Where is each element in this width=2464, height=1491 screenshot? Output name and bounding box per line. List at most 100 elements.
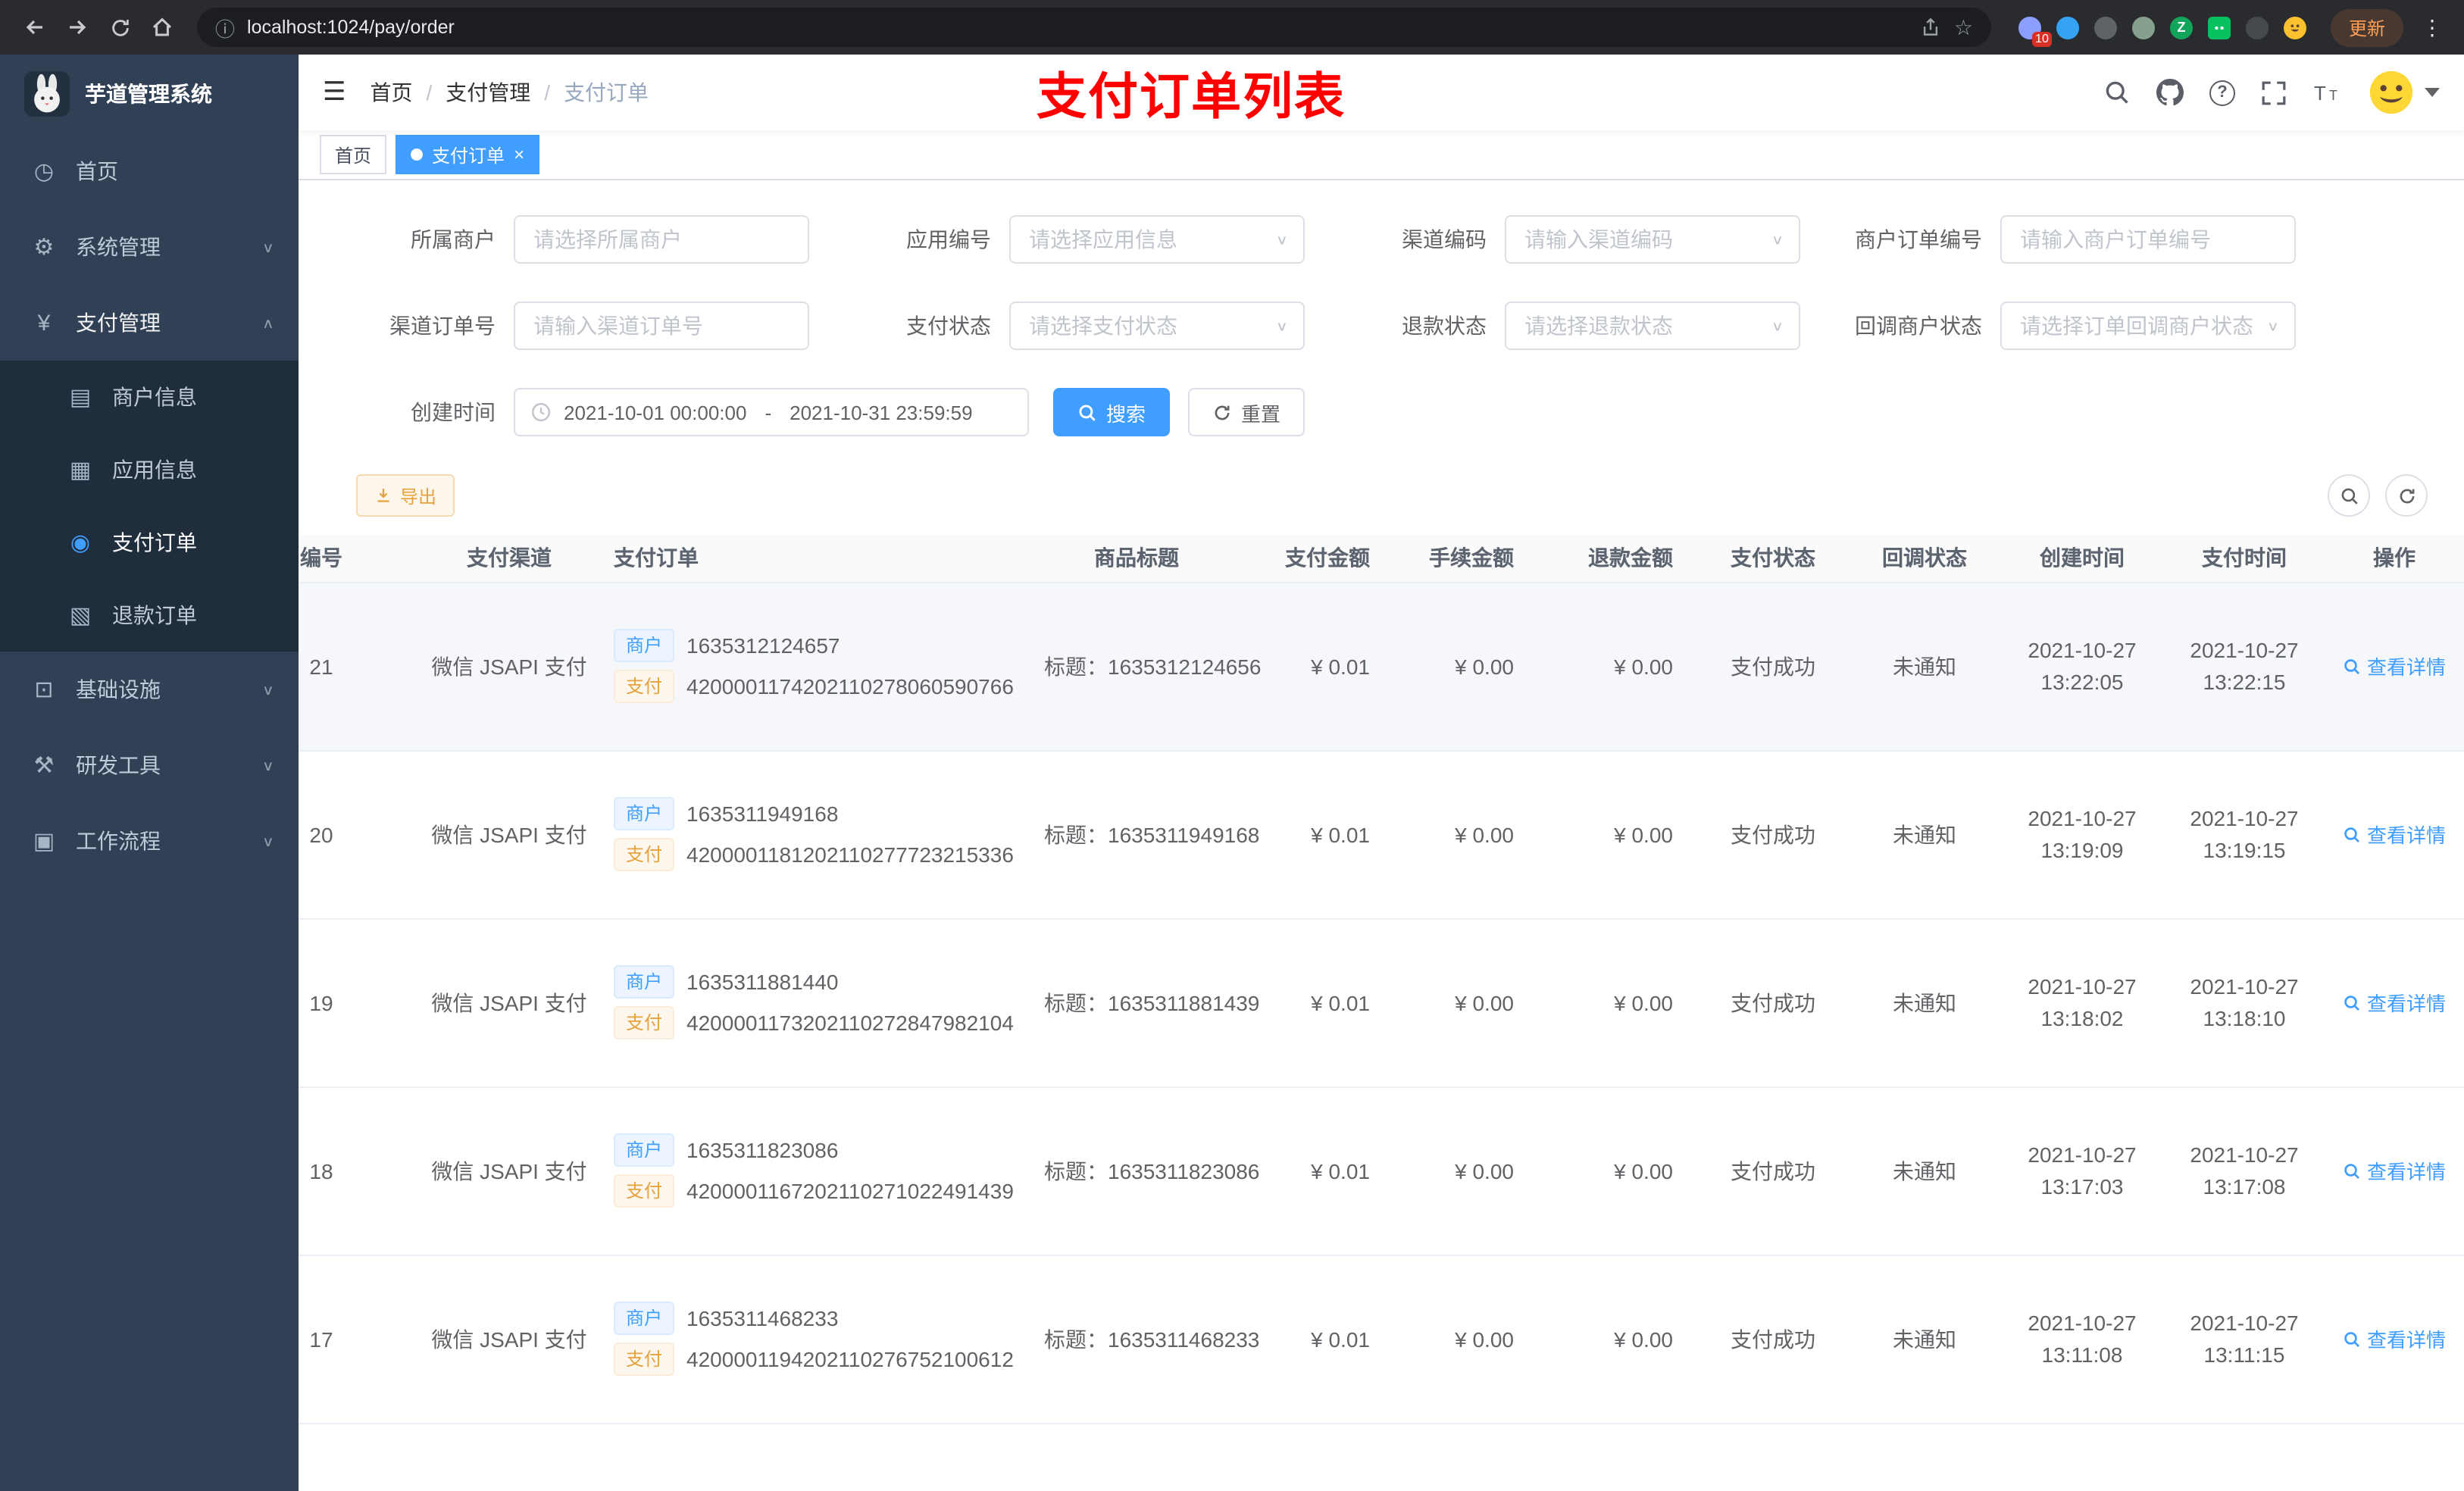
sidebar-item-merchant-info[interactable]: ▤ 商户信息 [0, 361, 299, 433]
sidebar-item-app-info[interactable]: ▦ 应用信息 [0, 433, 299, 506]
pay-status-select[interactable]: 请选择支付状态 ∨ [1009, 302, 1305, 350]
url-text[interactable]: localhost:1024/pay/order [247, 17, 1909, 38]
sidebar: 芋道管理系统 ◷ 首页 ⚙ 系统管理 ∨ ¥ 支付管理 ∧ ▤ 商户信息 ▦ 应… [0, 55, 299, 1491]
merchant-order-no: 1635311881440 [686, 970, 839, 994]
cell-id: 18 [299, 1086, 420, 1255]
toggle-search-button[interactable] [2328, 474, 2370, 517]
user-menu[interactable] [2369, 70, 2440, 115]
share-icon[interactable] [1921, 17, 1942, 38]
cell-title: 标题：1635312124656 [1023, 582, 1261, 751]
font-size-icon[interactable]: TT [2312, 80, 2343, 105]
extension-chat-icon[interactable] [2207, 16, 2231, 39]
cell-fee: ¥ 0.00 [1394, 750, 1538, 919]
view-detail-link[interactable]: 查看详情 [2343, 1156, 2446, 1185]
merchant-order-no-input[interactable] [2000, 215, 2296, 264]
channel-code-select[interactable]: 请输入渠道编码 ∨ [1505, 215, 1800, 264]
extension-dark-puzzle-icon[interactable] [2245, 16, 2269, 39]
cell-pay-status: 支付成功 [1697, 750, 1849, 919]
circle-dot-icon: ◉ [70, 530, 91, 556]
help-icon[interactable]: ? [2209, 80, 2235, 105]
extension-z-icon[interactable]: Z [2169, 16, 2193, 39]
sidebar-item-payment[interactable]: ¥ 支付管理 ∧ [0, 285, 299, 361]
cell-callback-status [1849, 1423, 2000, 1491]
browser-home-icon[interactable] [142, 8, 182, 47]
sidebar-item-system[interactable]: ⚙ 系统管理 ∨ [0, 209, 299, 285]
chevron-down-icon: ∨ [1275, 319, 1288, 334]
sidebar-item-infrastructure[interactable]: ⊡ 基础设施 ∨ [0, 652, 299, 727]
sidebar-item-dev-tools[interactable]: ⚒ 研发工具 ∨ [0, 727, 299, 803]
browser-back-icon[interactable] [15, 8, 55, 47]
cell-pay-order: 商户 163531135736 [599, 1423, 1023, 1491]
extension-sage-icon[interactable] [2131, 16, 2155, 39]
reset-button[interactable]: 重置 [1188, 388, 1305, 436]
callback-status-select[interactable]: 请选择订单回调商户状态 ∨ [2000, 302, 2296, 350]
refund-status-select[interactable]: 请选择退款状态 ∨ [1505, 302, 1800, 350]
sidebar-item-refund-order[interactable]: ▧ 退款订单 [0, 579, 299, 652]
browser-menu-icon[interactable]: ⋮ [2416, 14, 2449, 40]
extension-badge: 10 [2032, 31, 2052, 46]
create-time-range-picker[interactable]: 2021-10-01 00:00:00 - 2021-10-31 23:59:5… [514, 388, 1029, 436]
tab-home[interactable]: 首页 [320, 135, 387, 174]
extensions-area: 10 Z [2018, 16, 2306, 46]
address-bar[interactable]: ⓘ localhost:1024/pay/order ☆ [197, 8, 1991, 47]
extension-gray-icon[interactable] [2093, 16, 2117, 39]
cell-pay-order: 商户 1635311949168 支付 42000011812021102777… [599, 750, 1023, 919]
channel-order-no: 4200001167202110271022491439 [686, 1179, 1014, 1203]
breadcrumb-payment[interactable]: 支付管理 [446, 77, 530, 108]
browser-refresh-icon[interactable] [100, 8, 139, 47]
refresh-icon [1215, 405, 1230, 420]
app-title: 芋道管理系统 [85, 82, 212, 106]
browser-update-button[interactable]: 更新 [2330, 8, 2403, 46]
tags-view-bar: 首页 支付订单 × [299, 130, 2464, 180]
search-icon [2344, 827, 2359, 842]
grid-icon: ▦ [69, 458, 92, 483]
cell-create-time [2000, 1423, 2164, 1491]
chevron-down-icon [2425, 88, 2440, 97]
app-select[interactable]: 请选择应用信息 ∨ [1009, 215, 1305, 264]
payment-submenu: ▤ 商户信息 ▦ 应用信息 ◉ 支付订单 ▧ 退款订单 [0, 361, 299, 652]
chevron-down-icon: ∨ [1275, 233, 1288, 248]
extension-drop-icon[interactable] [2056, 16, 2079, 39]
sidebar-toggle-icon[interactable]: ☰ [323, 77, 346, 108]
cell-pay-time: 2021-10-27 13:19:15 [2164, 750, 2325, 919]
merchant-order-no-label: 商户订单编号 [1855, 227, 1982, 252]
col-id: 编号 [299, 535, 420, 583]
cell-id [299, 1423, 420, 1491]
merchant-input[interactable] [514, 215, 809, 264]
view-detail-link[interactable]: 查看详情 [2343, 652, 2446, 680]
merchant-line: 商户 1635311949168 [614, 797, 1023, 830]
site-info-icon[interactable]: ⓘ [215, 13, 235, 42]
extension-puzzle-icon[interactable]: 10 [2018, 16, 2052, 46]
view-detail-link[interactable]: 查看详情 [2343, 820, 2446, 849]
cell-refund: ¥ 0.00 [1538, 1255, 1697, 1424]
merchant-tag: 商户 [614, 1133, 675, 1167]
cell-actions: 查看详情 [2325, 582, 2464, 751]
breadcrumb-current: 支付订单 [564, 80, 649, 105]
breadcrumb-home[interactable]: 首页 [371, 77, 413, 108]
cell-pay-order: 商户 1635311468233 支付 42000011942021102767… [599, 1255, 1023, 1424]
yen-icon: ¥ [37, 310, 51, 336]
app-logo[interactable]: 芋道管理系统 [0, 55, 299, 133]
github-icon[interactable] [2156, 79, 2184, 106]
sidebar-item-pay-order[interactable]: ◉ 支付订单 [0, 506, 299, 579]
browser-forward-icon[interactable] [58, 8, 97, 47]
fullscreen-icon[interactable] [2261, 80, 2287, 105]
close-icon[interactable]: × [514, 145, 524, 164]
channel-order-no: 4200001194202110276752100612 [686, 1347, 1014, 1371]
bookmark-star-icon[interactable]: ☆ [1954, 14, 1973, 40]
view-detail-link[interactable]: 查看详情 [2343, 988, 2446, 1017]
export-button[interactable]: 导出 [356, 474, 455, 517]
search-button[interactable]: 搜索 [1053, 388, 1171, 436]
download-icon [377, 489, 389, 502]
channel-order-no-input[interactable] [514, 302, 809, 350]
pay-line: 支付 4200001181202110277723215336 [614, 838, 1023, 871]
cell-amount: ¥ 0.01 [1250, 1255, 1394, 1424]
view-detail-link[interactable]: 查看详情 [2343, 1324, 2446, 1353]
extension-emoji-icon[interactable] [2283, 16, 2306, 39]
sidebar-item-workflow[interactable]: ▣ 工作流程 ∨ [0, 803, 299, 879]
refresh-table-button[interactable] [2385, 474, 2428, 517]
gear-icon: ⚙ [33, 235, 55, 261]
sidebar-item-home[interactable]: ◷ 首页 [0, 133, 299, 209]
search-icon[interactable] [2103, 79, 2131, 106]
tab-pay-order[interactable]: 支付订单 × [396, 135, 540, 174]
